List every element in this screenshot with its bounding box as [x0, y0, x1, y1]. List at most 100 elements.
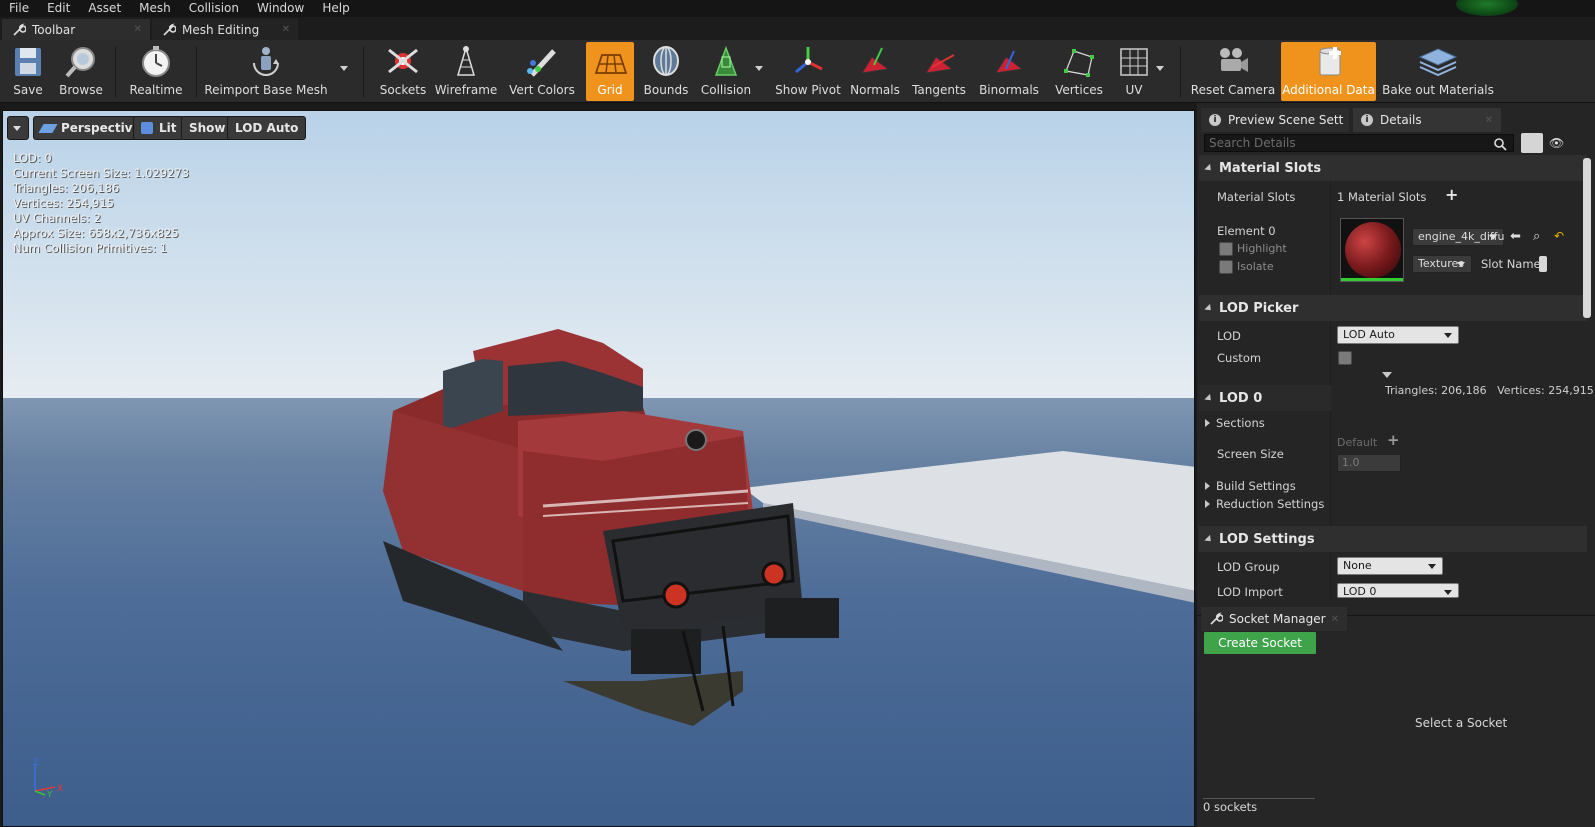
- reimport-options-caret[interactable]: [340, 66, 348, 71]
- add-screen-size-override-icon[interactable]: +: [1387, 431, 1400, 449]
- additional-data-icon: [1319, 47, 1341, 76]
- save-button[interactable]: Save: [4, 42, 52, 101]
- custom-lod-checkbox[interactable]: [1338, 351, 1352, 365]
- material-slots-header[interactable]: Material Slots: [1199, 155, 1587, 181]
- tab-toolbar[interactable]: Toolbar ✕: [2, 19, 150, 40]
- main-toolbar: Save Browse Realtime Reimport Base Mesh …: [0, 40, 1595, 103]
- source-control-status-icon[interactable]: [1456, 0, 1518, 16]
- close-icon[interactable]: ✕: [1331, 614, 1339, 625]
- menu-collision[interactable]: Collision: [180, 0, 248, 17]
- textures-dropdown[interactable]: Textures: [1412, 255, 1472, 273]
- show-pivot-button[interactable]: Show Pivot: [774, 42, 842, 101]
- tangents-button[interactable]: Tangents: [908, 42, 970, 101]
- reset-to-default-icon[interactable]: ↶: [1554, 229, 1564, 243]
- uv-options-caret[interactable]: [1156, 66, 1164, 71]
- collision-button[interactable]: Collision: [698, 42, 754, 101]
- realtime-button[interactable]: Realtime: [124, 42, 188, 101]
- menu-file[interactable]: File: [0, 0, 38, 17]
- chevron-down-icon: [1444, 333, 1452, 338]
- toolbar-separator: [196, 46, 197, 98]
- reduction-settings-row[interactable]: Reduction Settings: [1205, 497, 1324, 511]
- reimport-base-mesh-button[interactable]: Reimport Base Mesh: [204, 42, 328, 101]
- lod-picker-header[interactable]: LOD Picker: [1199, 295, 1587, 321]
- perspective-button[interactable]: Perspective: [33, 116, 149, 140]
- tab-details[interactable]: i Details ✕: [1353, 108, 1501, 132]
- viewport-stats: LOD: 0 Current Screen Size: 1.029273 Tri…: [13, 151, 189, 256]
- highlight-checkbox[interactable]: [1219, 242, 1233, 256]
- toolbar-separator: [115, 46, 116, 98]
- menu-window[interactable]: Window: [248, 0, 313, 17]
- browse-icon: [65, 47, 95, 78]
- tab-preview-scene-settings[interactable]: i Preview Scene Sett: [1201, 108, 1349, 132]
- close-icon[interactable]: ✕: [282, 24, 290, 35]
- material-asset-picker[interactable]: engine_4k_diffu: [1412, 228, 1504, 246]
- wireframe-button[interactable]: Wireframe: [434, 42, 498, 101]
- screen-size-input[interactable]: 1.0: [1337, 454, 1401, 472]
- slot-name-label: Slot Name: [1481, 257, 1541, 271]
- stat-vertices: Vertices: 254,915: [13, 196, 114, 210]
- normals-button[interactable]: Normals: [848, 42, 902, 101]
- view-options-list-icon[interactable]: [1521, 133, 1543, 153]
- grid-button[interactable]: Grid: [586, 42, 634, 101]
- stat-collision-primitives: Num Collision Primitives: 1: [13, 241, 168, 255]
- bounds-button[interactable]: Bounds: [640, 42, 692, 101]
- slot-name-input[interactable]: [1539, 256, 1547, 272]
- tab-mesh-editing[interactable]: Mesh Editing ✕: [152, 19, 298, 40]
- expand-arrow-icon: [1205, 419, 1210, 427]
- sections-row[interactable]: Sections: [1205, 416, 1265, 430]
- info-icon: i: [1361, 114, 1373, 126]
- layers-icon: [1418, 48, 1458, 77]
- axis-gizmo-icon: Z Y X: [33, 758, 63, 797]
- browse-button[interactable]: Browse: [56, 42, 106, 101]
- close-icon[interactable]: ✕: [1485, 115, 1493, 126]
- vert-colors-button[interactable]: Vert Colors: [504, 42, 580, 101]
- viewport-options-button[interactable]: [7, 116, 29, 140]
- lod-group-dropdown[interactable]: None: [1337, 557, 1443, 575]
- divider: [1203, 798, 1315, 799]
- eye-visibility-icon[interactable]: 👁: [1549, 136, 1575, 150]
- add-material-slot-icon[interactable]: +: [1445, 185, 1458, 204]
- bake-out-materials-button[interactable]: Bake out Materials: [1382, 42, 1494, 101]
- chevron-down-icon: [1444, 590, 1452, 595]
- collapse-arrow-icon: [1204, 163, 1214, 173]
- reset-camera-button[interactable]: Reset Camera: [1191, 42, 1275, 101]
- collision-icon: [714, 45, 738, 76]
- details-scrollbar[interactable]: [1583, 158, 1591, 318]
- show-button[interactable]: Show: [181, 116, 234, 140]
- lod0-header[interactable]: LOD 0: [1199, 385, 1331, 411]
- additional-data-button[interactable]: Additional Data: [1281, 42, 1376, 101]
- collapse-arrow-icon: [1204, 534, 1214, 544]
- browse-asset-magnifier-icon[interactable]: ⌕: [1533, 229, 1540, 244]
- lod-dropdown[interactable]: LOD Auto: [1337, 326, 1459, 344]
- axis-x-label: X: [57, 784, 63, 794]
- build-settings-row[interactable]: Build Settings: [1205, 479, 1296, 493]
- lod-import-dropdown[interactable]: LOD 0: [1337, 583, 1459, 598]
- menu-help[interactable]: Help: [313, 0, 358, 17]
- chevron-down-icon: [1489, 235, 1497, 240]
- screen-size-label: Screen Size: [1217, 447, 1284, 461]
- binormals-button[interactable]: Binormals: [976, 42, 1042, 101]
- vertices-button[interactable]: Vertices: [1048, 42, 1110, 101]
- tab-label: Toolbar: [32, 22, 76, 37]
- collision-options-caret[interactable]: [755, 66, 763, 71]
- isolate-checkbox[interactable]: [1219, 260, 1233, 274]
- lod-auto-button[interactable]: LOD Auto: [227, 116, 307, 140]
- menu-bar: File Edit Asset Mesh Collision Window He…: [0, 0, 1595, 17]
- close-icon[interactable]: ✕: [134, 24, 142, 35]
- mesh-viewport[interactable]: Perspective Lit Show LOD Auto LOD: 0 Cur…: [2, 110, 1195, 827]
- search-details-input[interactable]: Search Details: [1204, 134, 1514, 152]
- menu-edit[interactable]: Edit: [38, 0, 79, 17]
- expand-arrow-icon[interactable]: [1382, 372, 1392, 378]
- sockets-button[interactable]: Sockets: [374, 42, 432, 101]
- lit-button[interactable]: Lit: [133, 116, 185, 140]
- lod-settings-header[interactable]: LOD Settings: [1199, 526, 1587, 552]
- menu-asset[interactable]: Asset: [79, 0, 130, 17]
- create-socket-button[interactable]: Create Socket: [1204, 632, 1316, 654]
- use-selected-asset-arrow-icon[interactable]: ⬅: [1510, 229, 1521, 244]
- uv-button[interactable]: UV: [1114, 42, 1154, 101]
- material-thumbnail[interactable]: [1340, 218, 1404, 282]
- tab-socket-manager[interactable]: Socket Manager ✕: [1201, 607, 1347, 631]
- chevron-down-icon: [1457, 262, 1465, 267]
- camera-icon: [1220, 48, 1248, 72]
- menu-mesh[interactable]: Mesh: [130, 0, 180, 17]
